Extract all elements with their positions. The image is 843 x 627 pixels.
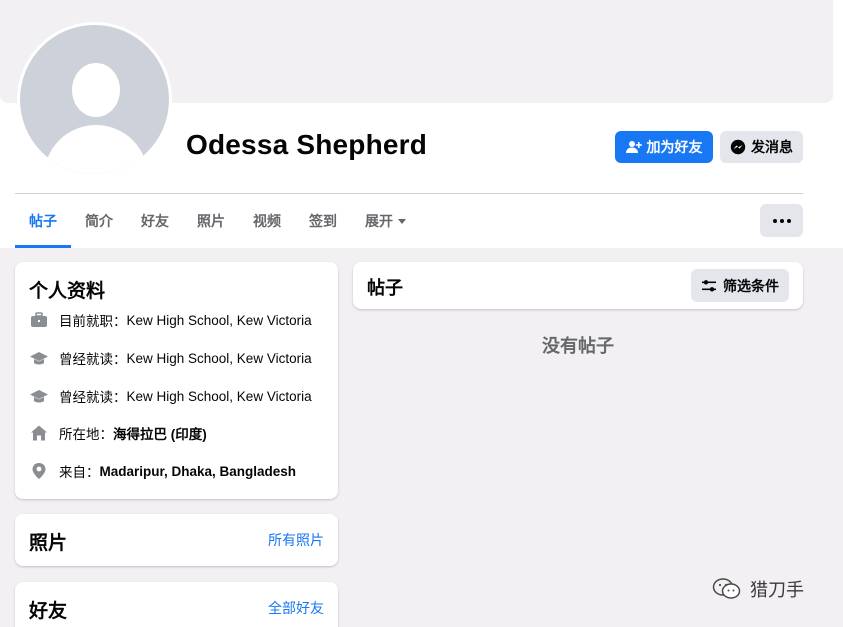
tab-posts[interactable]: 帖子 — [15, 194, 71, 248]
watermark: 猎刀手 — [712, 576, 804, 602]
all-friends-link[interactable]: 全部好友 — [268, 598, 324, 618]
posts-title: 帖子 — [367, 278, 403, 298]
intro-title: 个人资料 — [29, 281, 106, 302]
intro-row-education: 曾经就读： Kew High School, Kew Victoria — [29, 348, 312, 368]
wechat-icon — [712, 578, 741, 599]
location-pin-icon — [29, 461, 49, 481]
add-friend-label: 加为好友 — [646, 139, 703, 155]
tab-photos[interactable]: 照片 — [183, 194, 239, 248]
all-photos-link[interactable]: 所有照片 — [268, 530, 324, 550]
tab-checkins[interactable]: 签到 — [295, 194, 351, 248]
add-friend-button[interactable]: 加为好友 — [615, 131, 713, 163]
watermark-text: 猎刀手 — [750, 580, 804, 600]
intro-row-education: 曾经就读： Kew High School, Kew Victoria — [29, 386, 312, 406]
add-friend-icon — [625, 141, 642, 153]
home-icon — [29, 423, 49, 443]
intro-card: 个人资料 目前就职： Kew High School, Kew Victoria … — [15, 262, 338, 499]
intro-row-hometown: 来自： Madaripur, Dhaka, Bangladesh — [29, 461, 296, 481]
graduation-cap-icon — [29, 386, 49, 406]
ellipsis-icon — [772, 218, 777, 223]
graduation-cap-icon — [29, 348, 49, 368]
intro-row-current-city: 所在地： 海得拉巴 (印度) — [29, 423, 207, 443]
tab-friends[interactable]: 好友 — [127, 194, 183, 248]
message-button[interactable]: 发消息 — [720, 131, 803, 163]
friends-title: 好友 — [29, 601, 68, 622]
chevron-down-icon — [398, 218, 406, 224]
tab-videos[interactable]: 视频 — [239, 194, 295, 248]
briefcase-icon — [29, 310, 49, 330]
more-options-button[interactable] — [760, 204, 803, 237]
messenger-icon — [730, 139, 746, 155]
posts-card: 帖子 筛选条件 — [353, 262, 803, 309]
photos-title: 照片 — [29, 533, 68, 554]
photos-card: 照片 所有照片 — [15, 514, 338, 566]
profile-name: Odessa Shepherd — [186, 129, 428, 160]
filter-button[interactable]: 筛选条件 — [691, 269, 789, 302]
profile-tabs: 帖子 简介 好友 照片 视频 签到 展开 — [15, 194, 420, 248]
tab-more[interactable]: 展开 — [351, 194, 420, 248]
filter-label: 筛选条件 — [723, 277, 779, 294]
message-label: 发消息 — [751, 139, 793, 155]
sliders-icon — [702, 279, 716, 291]
empty-posts-message: 没有帖子 — [542, 336, 614, 356]
default-avatar-icon — [20, 25, 169, 174]
friends-card: 好友 全部好友 — [15, 582, 338, 627]
tab-about[interactable]: 简介 — [71, 194, 127, 248]
profile-avatar[interactable] — [17, 22, 172, 177]
intro-row-work: 目前就职： Kew High School, Kew Victoria — [29, 310, 312, 330]
